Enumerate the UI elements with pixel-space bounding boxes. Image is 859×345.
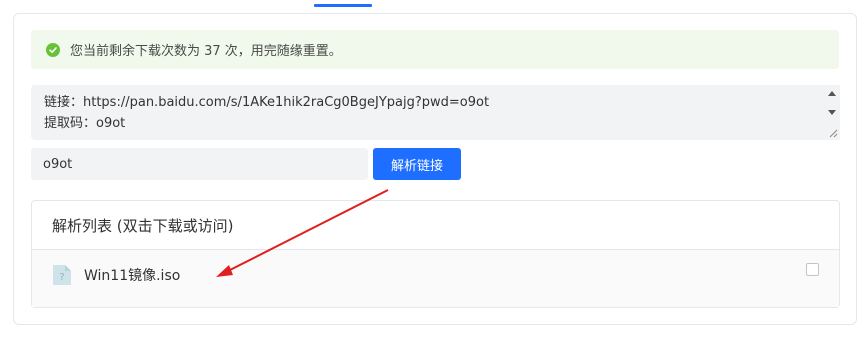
result-list-body: ? Win11镜像.iso — [32, 250, 839, 307]
textarea-scrollbar[interactable] — [823, 85, 840, 140]
share-link-textarea[interactable]: 链接：https://pan.baidu.com/s/1AKe1hik2raCg… — [31, 85, 840, 140]
file-select-checkbox[interactable] — [806, 263, 819, 276]
check-circle-icon — [46, 42, 60, 57]
parse-link-button[interactable]: 解析链接 — [373, 148, 461, 180]
result-list-panel: 解析列表 (双击下载或访问) ? Win11镜像.iso — [31, 200, 840, 308]
svg-text:?: ? — [59, 272, 64, 283]
remaining-downloads-alert: 您当前剩余下载次数为 37 次，用完随缘重置。 — [31, 30, 839, 69]
scroll-up-arrow-icon[interactable] — [828, 91, 836, 96]
alert-message: 您当前剩余下载次数为 37 次，用完随缘重置。 — [70, 44, 342, 59]
share-code-line: 提取码：o9ot — [44, 116, 126, 131]
scroll-down-arrow-icon[interactable] — [828, 110, 836, 115]
file-name: Win11镜像.iso — [84, 268, 181, 284]
unknown-file-icon: ? — [53, 265, 71, 285]
file-item[interactable]: ? Win11镜像.iso — [52, 264, 180, 286]
resize-handle-icon[interactable] — [829, 129, 838, 138]
result-list-title: 解析列表 (双击下载或访问) — [32, 201, 839, 250]
share-link-line: 链接：https://pan.baidu.com/s/1AKe1hik2raCg… — [44, 95, 490, 110]
extract-code-input[interactable] — [31, 148, 368, 180]
active-tab-indicator — [314, 4, 372, 7]
